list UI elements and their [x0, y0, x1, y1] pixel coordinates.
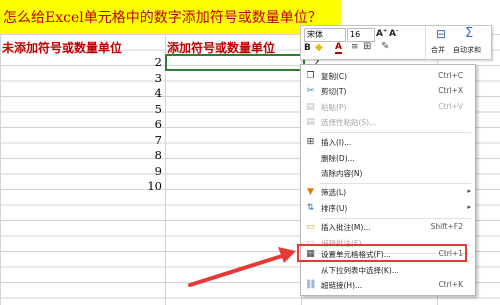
- annotation-arrow: [188, 247, 296, 287]
- arrow-shaft: [188, 254, 284, 287]
